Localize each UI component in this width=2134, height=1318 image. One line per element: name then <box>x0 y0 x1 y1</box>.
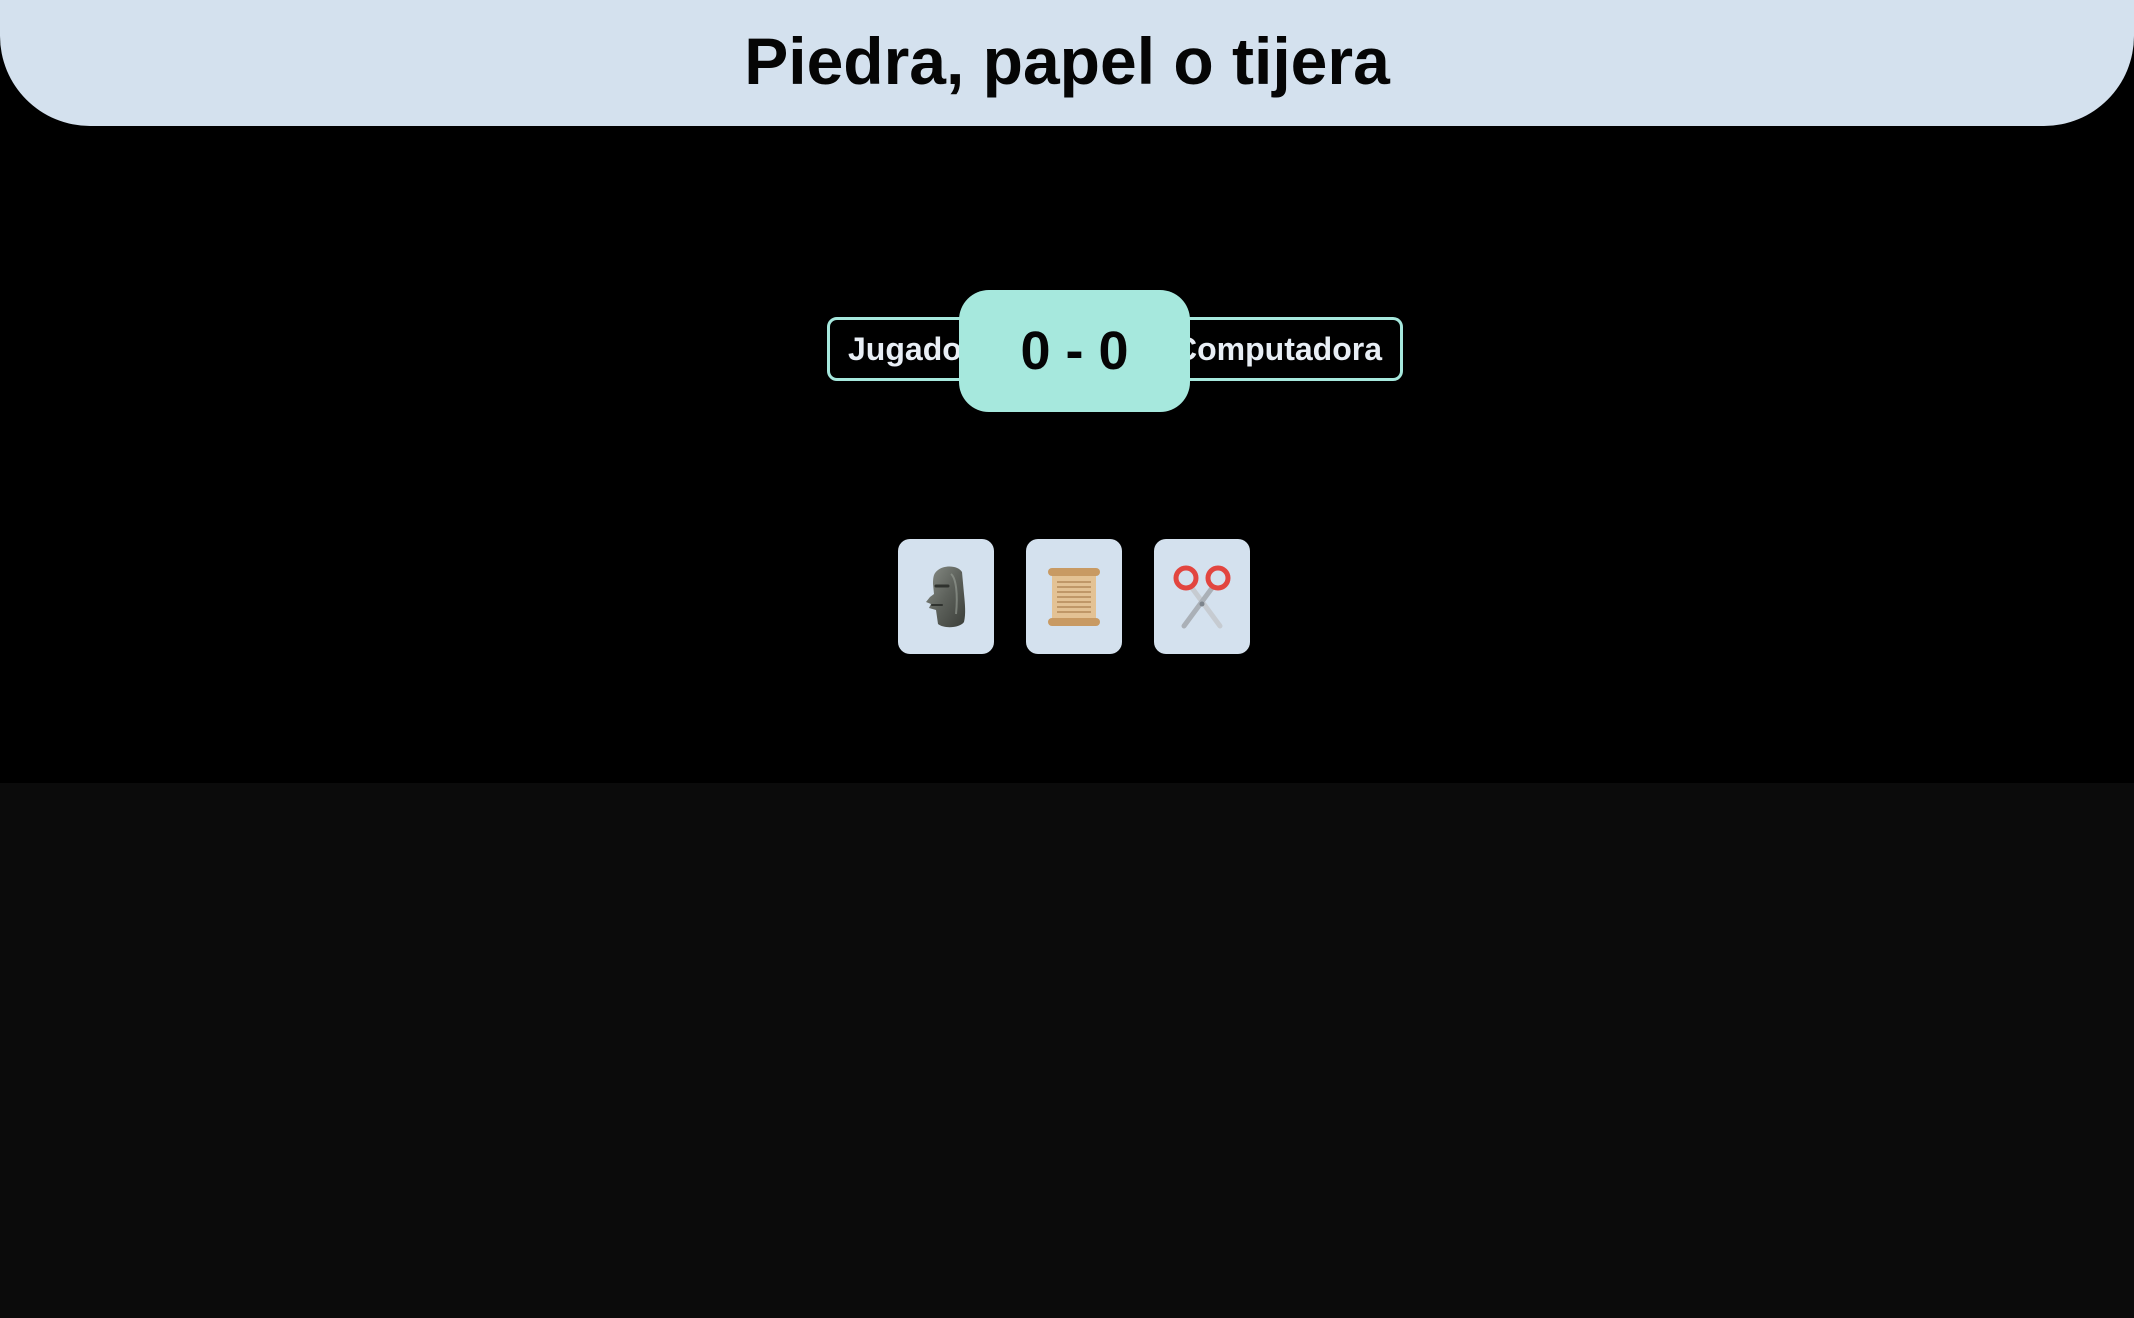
page: Piedra, papel o tijera Jugador 0 - 0 Com… <box>0 0 2134 1318</box>
game-area: Piedra, papel o tijera Jugador 0 - 0 Com… <box>0 0 2134 783</box>
scroll-icon <box>1042 564 1106 630</box>
scissors-icon <box>1170 564 1234 630</box>
score-display: 0 - 0 <box>959 290 1190 412</box>
paper-button[interactable] <box>1026 539 1122 654</box>
scissors-button[interactable] <box>1154 539 1250 654</box>
computer-badge: Computadora <box>1155 317 1403 381</box>
header: Piedra, papel o tijera <box>0 0 2134 126</box>
moai-stone-head-icon <box>918 564 974 630</box>
scoreboard: Jugador 0 - 0 Computadora <box>0 290 2134 414</box>
page-title: Piedra, papel o tijera <box>744 24 1390 98</box>
player-label: Jugador <box>848 330 975 367</box>
choices <box>0 539 2134 655</box>
rock-button[interactable] <box>898 539 994 654</box>
computer-label: Computadora <box>1174 330 1382 367</box>
